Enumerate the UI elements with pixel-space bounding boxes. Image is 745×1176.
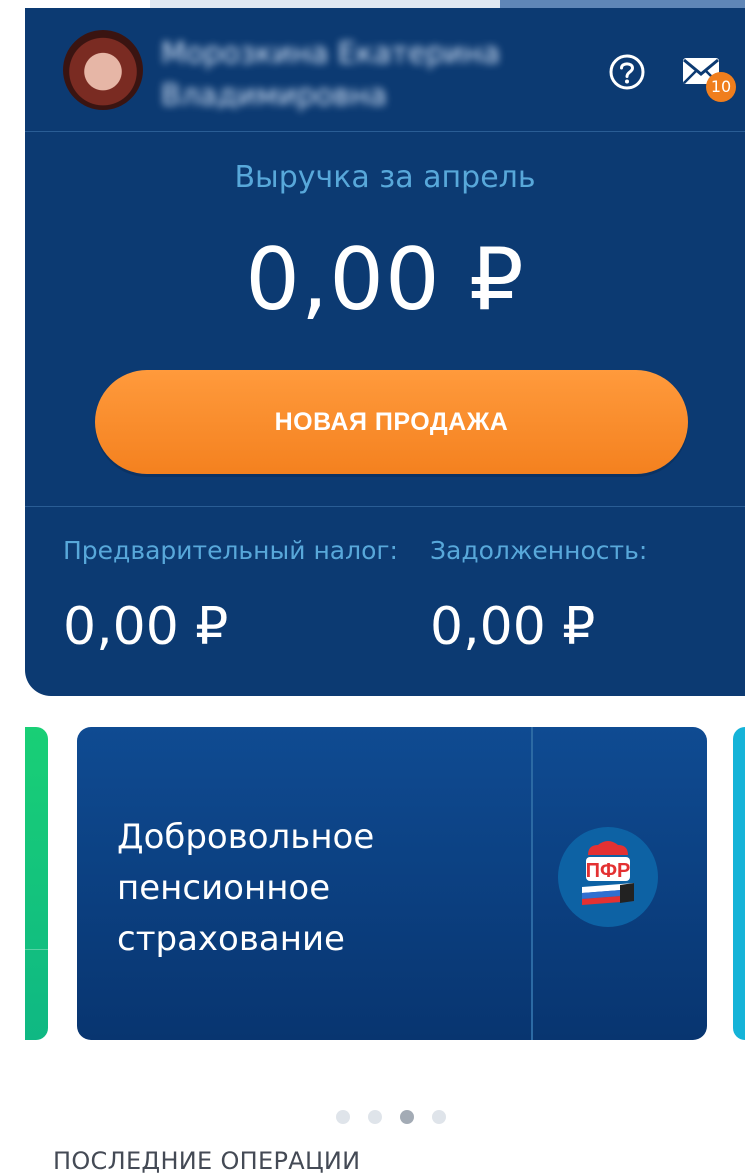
card-title-line1: Добровольное <box>117 817 375 857</box>
user-name: Морозкина Екатерина Владимировна <box>161 32 581 116</box>
card-title: Добровольное пенсионное страхование <box>117 812 517 965</box>
pagination-dot-2[interactable] <box>368 1110 382 1124</box>
stats-divider <box>25 506 745 507</box>
svg-text:ПФР: ПФР <box>586 860 631 882</box>
new-sale-button[interactable]: НОВАЯ ПРОДАЖА <box>95 370 688 474</box>
debt-value: 0,00 ₽ <box>430 597 596 657</box>
carousel-card-previous-line <box>25 949 48 950</box>
mail-badge: 10 <box>706 72 736 102</box>
user-name-line2: Владимировна <box>161 78 387 112</box>
carousel-card-pension-insurance[interactable]: Добровольное пенсионное страхование ПФР <box>77 727 707 1040</box>
pagination-dot-4[interactable] <box>432 1110 446 1124</box>
pagination-dot-3[interactable] <box>400 1110 414 1124</box>
top-strip <box>0 0 745 8</box>
pfr-logo-graphic: ПФР <box>582 841 634 905</box>
tax-value: 0,00 ₽ <box>63 597 229 657</box>
avatar[interactable] <box>63 30 143 110</box>
tax-label: Предварительный налог: <box>63 536 398 565</box>
header-divider <box>25 131 745 132</box>
recent-operations-title: ПОСЛЕДНИЕ ОПЕРАЦИИ <box>53 1147 361 1175</box>
revenue-label: Выручка за апрель <box>234 160 536 195</box>
pagination-dot-1[interactable] <box>336 1110 350 1124</box>
card-divider <box>531 727 533 1040</box>
top-strip-light <box>150 0 500 8</box>
card-title-line2: пенсионное <box>117 868 331 908</box>
top-strip-mid <box>500 0 745 8</box>
user-name-line1: Морозкина Екатерина <box>161 36 500 70</box>
carousel-card-next[interactable] <box>733 727 745 1040</box>
pfr-logo-icon: ПФР <box>558 827 658 927</box>
debt-label: Задолженность: <box>430 536 648 565</box>
account-panel: Морозкина Екатерина Владимировна 10 Выру… <box>25 8 745 696</box>
card-title-line3: страхование <box>117 919 345 959</box>
question-circle-icon[interactable] <box>609 54 645 90</box>
carousel-card-previous[interactable] <box>25 727 48 1040</box>
revenue-amount: 0,00 ₽ <box>245 230 525 330</box>
